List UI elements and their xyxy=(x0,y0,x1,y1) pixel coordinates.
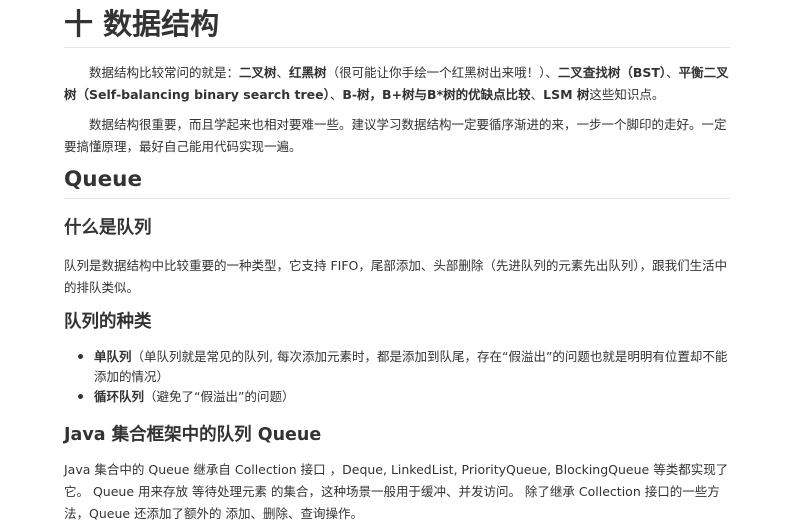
section-heading-queue: Queue xyxy=(64,167,143,192)
queue-definition-paragraph: 队列是数据结构中比较重要的一种类型，它支持 FIFO，尾部添加、头部删除（先进队… xyxy=(64,258,728,295)
subheading-queue-types: 队列的种类 xyxy=(64,312,152,332)
article: 十 数据结构 数据结构比较常问的就是：二叉树、红黑树（很可能让你手绘一个红黑树出… xyxy=(0,0,794,526)
term-b-trees: B-树，B+树与B*树的优缺点比较 xyxy=(342,87,531,102)
intro-paragraph: 数据结构比较常问的就是：二叉树、红黑树（很可能让你手绘一个红黑树出来哦！）、二叉… xyxy=(64,62,732,106)
intro-text: 、 xyxy=(329,87,343,102)
queue-types-list: 单队列（单队列就是常见的队列, 每次添加元素时，都是添加到队尾，存在“假溢出”的… xyxy=(64,347,732,407)
intro-text: （很可能让你手绘一个红黑树出来哦！）、 xyxy=(326,65,558,80)
item-description: （避免了“假溢出”的问题） xyxy=(144,389,295,404)
term-binary-tree: 二叉树 xyxy=(239,65,277,80)
intro-text: 、 xyxy=(276,65,290,80)
item-description: （单队列就是常见的队列, 每次添加元素时，都是添加到队尾，存在“假溢出”的问题也… xyxy=(94,349,728,384)
subheading-java-queue: Java 集合框架中的队列 Queue xyxy=(64,425,322,445)
queue-divider xyxy=(64,198,730,199)
term-red-black-tree: 红黑树 xyxy=(289,65,327,80)
bullet-icon xyxy=(78,354,83,359)
term-bst: 二叉查找树（BST） xyxy=(557,65,667,80)
title-divider xyxy=(64,47,730,48)
intro-text: 、 xyxy=(530,87,544,102)
advice-paragraph: 数据结构很重要，而且学起来也相对要难一些。建议学习数据结构一定要循序渐进的来，一… xyxy=(64,117,727,154)
bullet-icon xyxy=(78,394,83,399)
intro-text: 数据结构比较常问的就是： xyxy=(89,65,240,80)
list-item-single-queue: 单队列（单队列就是常见的队列, 每次添加元素时，都是添加到队尾，存在“假溢出”的… xyxy=(64,347,732,387)
subheading-what-is-queue: 什么是队列 xyxy=(64,218,152,238)
intro-text: 这些知识点。 xyxy=(589,87,665,102)
list-item-circular-queue: 循环队列（避免了“假溢出”的问题） xyxy=(64,387,732,407)
java-queue-paragraph: Java 集合中的 Queue 继承自 Collection 接口 ，Deque… xyxy=(64,462,729,521)
item-term: 单队列 xyxy=(94,349,132,364)
item-term: 循环队列 xyxy=(94,389,145,404)
page-title: 十 数据结构 xyxy=(64,7,220,41)
term-lsm-tree: LSM 树 xyxy=(543,87,590,102)
intro-text: 、 xyxy=(666,65,679,80)
